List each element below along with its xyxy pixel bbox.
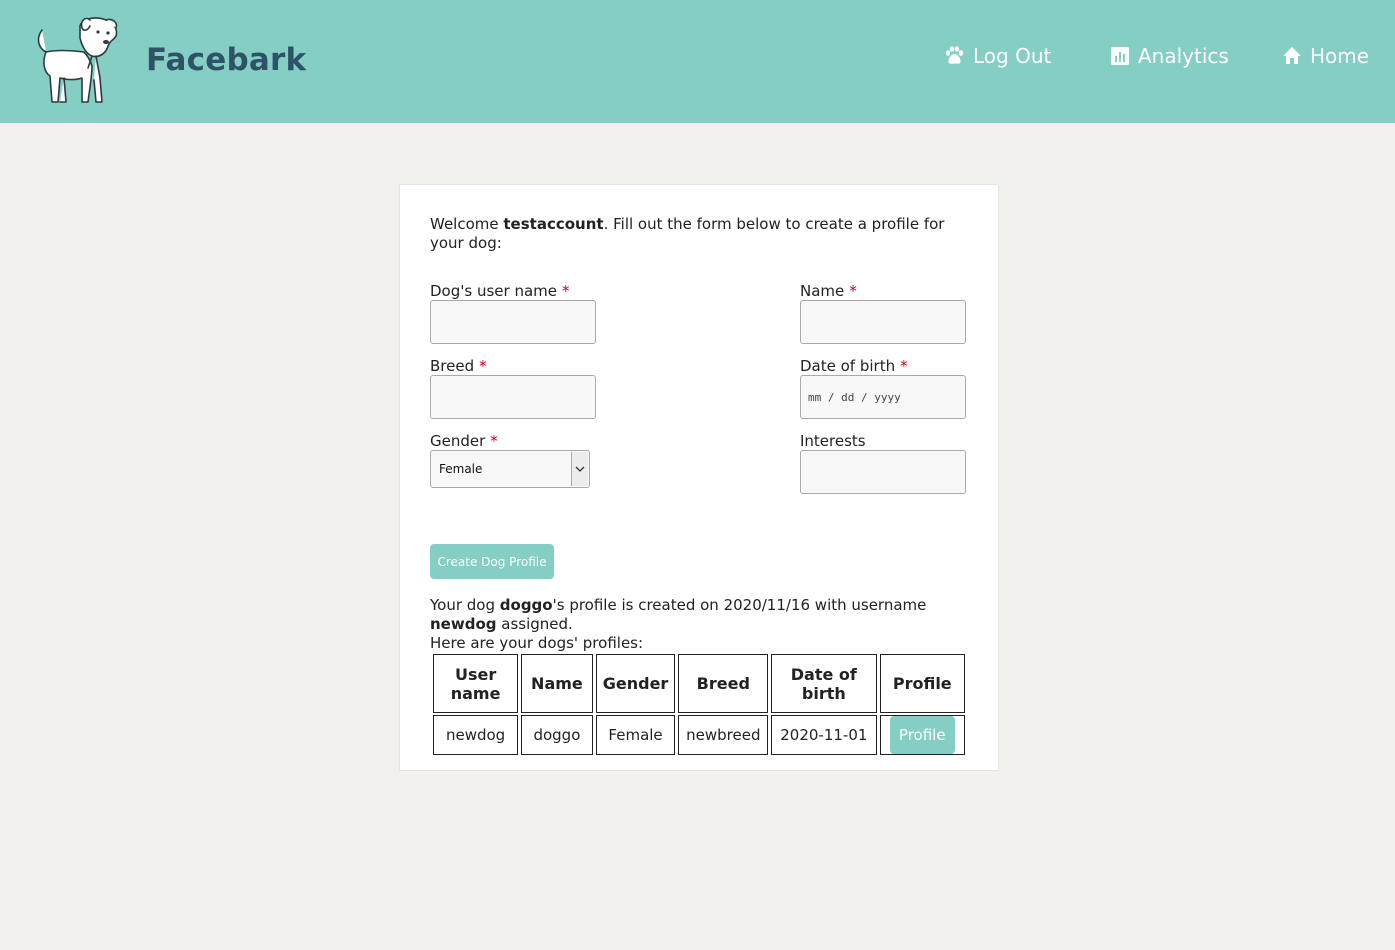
chevron-down-icon[interactable]: [571, 452, 588, 486]
home-icon: [1283, 47, 1301, 64]
interests-input[interactable]: [800, 450, 966, 494]
dob-label-text: Date of birth: [800, 357, 896, 375]
gender-label-text: Gender: [430, 432, 486, 450]
breed-label: Breed *: [430, 357, 487, 376]
result-part3: assigned.: [496, 615, 573, 633]
dog-profiles-table: User name Name Gender Breed Date of birt…: [430, 652, 968, 757]
column-header-dob: Date of birth: [771, 654, 877, 713]
dog-username-input[interactable]: [430, 300, 596, 344]
dog-username-label: Dog's user name *: [430, 282, 569, 301]
nav-logout-label: Log Out: [973, 44, 1052, 68]
gender-label: Gender *: [430, 432, 498, 451]
paw-icon: [945, 46, 964, 64]
cell-name: doggo: [521, 715, 593, 755]
result-part2: 's profile is created on 2020/11/16 with…: [552, 596, 927, 614]
dob-input[interactable]: mm / dd / yyyy: [800, 375, 966, 419]
welcome-message: Welcome testaccount. Fill out the form b…: [430, 215, 970, 253]
create-dog-profile-button[interactable]: Create Dog Profile: [430, 544, 554, 579]
dog-username-label-text: Dog's user name: [430, 282, 557, 300]
breed-label-text: Breed: [430, 357, 475, 375]
nav-home[interactable]: Home: [1282, 40, 1369, 72]
cell-breed: newbreed: [678, 715, 769, 755]
column-header-username: User name: [433, 654, 519, 713]
column-header-gender: Gender: [595, 654, 676, 713]
column-header-breed: Breed: [678, 654, 769, 713]
column-header-profile: Profile: [879, 654, 965, 713]
bar-chart-icon: [1111, 47, 1129, 65]
cell-username: newdog: [433, 715, 519, 755]
breed-input[interactable]: [430, 375, 596, 419]
name-input[interactable]: [800, 300, 966, 344]
gender-select[interactable]: Female: [430, 450, 590, 488]
table-row: newdog doggo Female newbreed 2020-11-01 …: [433, 715, 965, 755]
welcome-prefix: Welcome: [430, 215, 504, 233]
interests-label: Interests: [800, 432, 866, 450]
cell-dob: 2020-11-01: [771, 715, 877, 755]
brand-title[interactable]: Facebark: [146, 42, 306, 78]
nav-analytics[interactable]: Analytics: [1110, 40, 1229, 72]
result-dog-name: doggo: [499, 596, 553, 614]
cell-profile: Profile: [879, 715, 965, 755]
name-label: Name *: [800, 282, 857, 301]
nav-analytics-label: Analytics: [1138, 44, 1229, 68]
nav-logout[interactable]: Log Out: [943, 40, 1051, 72]
table-header-row: User name Name Gender Breed Date of birt…: [433, 654, 965, 713]
cell-gender: Female: [595, 715, 676, 755]
required-mark: *: [479, 357, 487, 375]
create-profile-card: Welcome testaccount. Fill out the form b…: [399, 184, 999, 771]
result-part1: Your dog: [430, 596, 500, 614]
required-mark: *: [561, 282, 570, 300]
top-header: Facebark Log Out Analytics Home: [0, 0, 1395, 123]
account-username: testaccount: [503, 215, 604, 233]
dob-placeholder: mm / dd / yyyy: [808, 391, 901, 404]
required-mark: *: [490, 432, 498, 450]
column-header-name: Name: [521, 654, 593, 713]
result-dog-username: newdog: [430, 615, 497, 633]
dog-logo-icon[interactable]: [30, 16, 122, 108]
nav-home-label: Home: [1310, 44, 1370, 68]
name-label-text: Name: [800, 282, 845, 300]
creation-result-message: Your dog doggo's profile is created on 2…: [430, 596, 970, 653]
view-profile-button[interactable]: Profile: [889, 716, 955, 754]
profiles-list-intro: Here are your dogs' profiles:: [430, 634, 644, 652]
required-mark: *: [849, 282, 857, 300]
dob-label: Date of birth *: [800, 357, 908, 376]
gender-selected-value: Female: [439, 462, 483, 476]
required-mark: *: [900, 357, 908, 375]
